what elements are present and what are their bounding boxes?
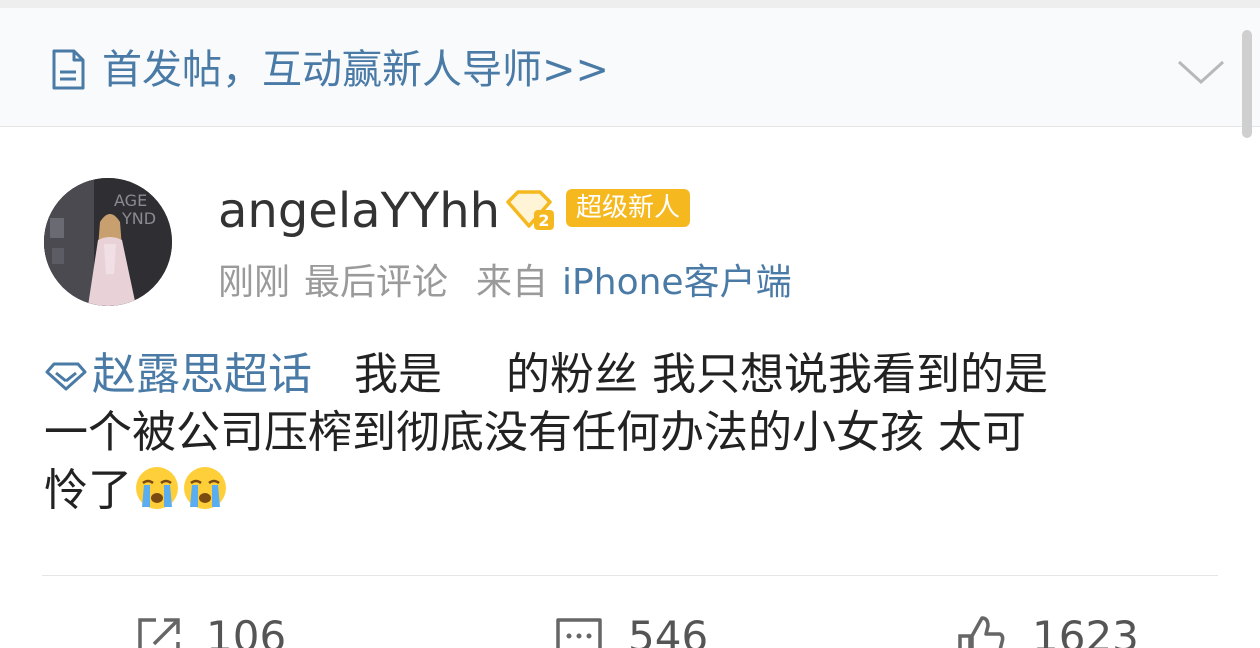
divider bbox=[42, 575, 1218, 576]
repost-button[interactable]: 106 bbox=[134, 612, 334, 648]
content-text-1b: 的粉丝 我只想说我看到的是 bbox=[506, 349, 1048, 400]
username[interactable]: angelaYYhh bbox=[218, 180, 500, 242]
repost-icon bbox=[138, 618, 180, 648]
document-icon bbox=[52, 49, 85, 90]
content-text-3: 怜了 bbox=[44, 465, 132, 516]
repost-count: 106 bbox=[206, 612, 287, 648]
avatar-photo: AGE YND bbox=[44, 178, 172, 306]
svg-text:2: 2 bbox=[538, 211, 549, 230]
svg-text:YND: YND bbox=[121, 209, 156, 228]
diamond-vip-icon[interactable]: 2 bbox=[504, 188, 556, 232]
content-text-1a: 我是 bbox=[354, 349, 442, 400]
level-badge: 超级新人 bbox=[566, 189, 690, 227]
post-time: 刚刚 bbox=[218, 262, 291, 303]
topic-link[interactable]: 赵露思超话 bbox=[44, 349, 312, 400]
like-count: 1623 bbox=[1032, 612, 1139, 648]
avatar[interactable]: AGE YND bbox=[44, 178, 172, 306]
thumbs-up-icon bbox=[958, 616, 1005, 648]
comment-icon bbox=[556, 618, 602, 648]
post-content: 赵露思超话 我是 的粉丝 我只想说我看到的是 一个被公司压榨到彻底没有任何办法的小女… bbox=[44, 346, 1214, 520]
content-line-1: 赵露思超话 我是 的粉丝 我只想说我看到的是 bbox=[44, 346, 1214, 404]
svg-text:AGE: AGE bbox=[114, 191, 147, 210]
chevron-down-icon[interactable] bbox=[1176, 54, 1226, 88]
topic-text[interactable]: 赵露思超话 bbox=[92, 349, 312, 400]
like-button[interactable]: 1623 bbox=[956, 612, 1156, 648]
source-label: 来自 bbox=[476, 262, 549, 303]
banner-text[interactable]: 首发帖，互动赢新人导师>> bbox=[102, 42, 609, 98]
crying-face-emoji bbox=[136, 467, 178, 509]
content-line-2: 一个被公司压榨到彻底没有任何办法的小女孩 太可 bbox=[44, 407, 1026, 458]
content-line-3: 怜了 bbox=[44, 462, 1214, 520]
comment-count: 546 bbox=[628, 612, 709, 648]
first-post-banner[interactable]: 首发帖，互动赢新人导师>> bbox=[0, 8, 1260, 138]
super-topic-diamond-icon bbox=[45, 362, 87, 391]
post-last-action: 最后评论 bbox=[304, 262, 449, 303]
source-client[interactable]: iPhone客户端 bbox=[562, 262, 792, 303]
scrollbar[interactable] bbox=[1242, 30, 1252, 138]
crying-face-emoji bbox=[184, 467, 226, 509]
post-meta: 刚刚 最后评论 来自 iPhone客户端 bbox=[218, 258, 792, 308]
comment-button[interactable]: 546 bbox=[554, 612, 754, 648]
top-strip bbox=[0, 0, 1260, 8]
weibo-post-view: 首发帖，互动赢新人导师>> AGE YND angelaYYhh 2 超级新人 … bbox=[0, 0, 1260, 648]
